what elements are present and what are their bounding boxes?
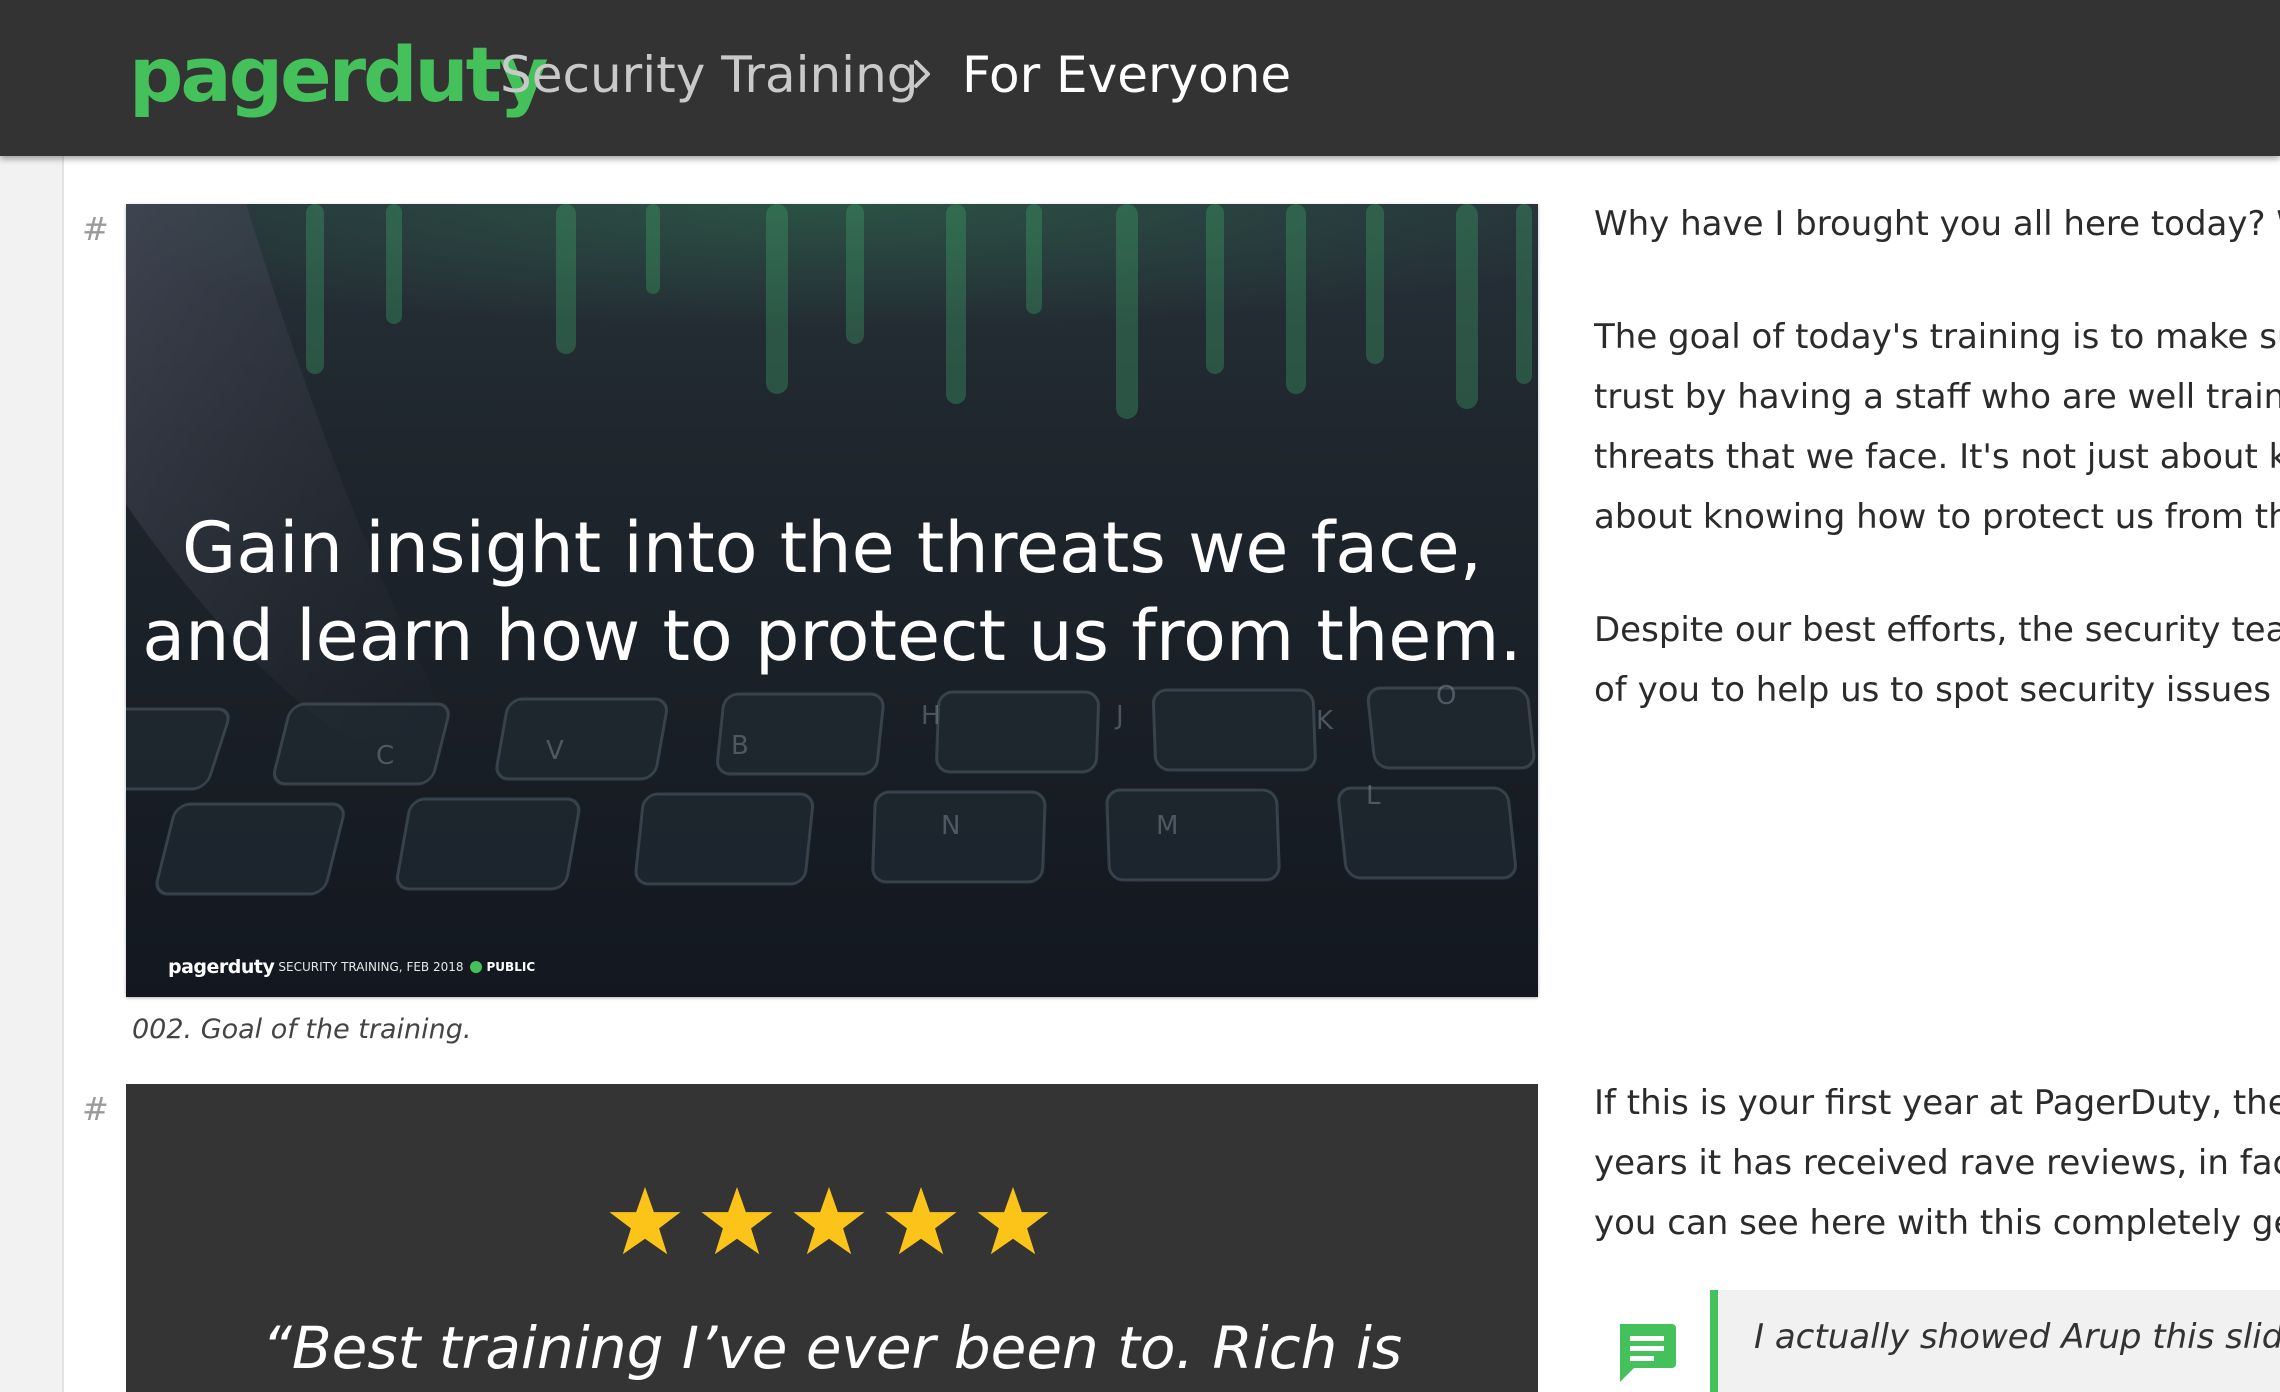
slide-goal-image[interactable]: C V B H J K O N M L Gain insight into th… [126, 204, 1538, 997]
slide-footer-classification: PUBLIC [486, 960, 536, 974]
notes-paragraph: Despite our best efforts, the security t… [1594, 600, 2280, 720]
breadcrumb-current-page: For Everyone [962, 46, 1292, 104]
comment-blockquote: I actually showed Arup this slide [1710, 1290, 2280, 1392]
notes-line: trust by having a staff who are well tra… [1594, 377, 2280, 417]
public-status-dot-icon [469, 961, 482, 973]
star-icon [977, 1186, 1049, 1255]
star-icon [885, 1186, 957, 1255]
notes-line: about knowing how to protect us from tho [1594, 497, 2280, 537]
slide-notes: If this is your first year at PagerDuty,… [1594, 1073, 2280, 1306]
notes-paragraph: The goal of today's training is to make … [1594, 307, 2280, 547]
slide-footer-logo: pagerduty [168, 956, 275, 978]
five-star-rating [608, 1184, 1050, 1258]
comment-text: I actually showed Arup this slide [1754, 1317, 2280, 1357]
slide-heading: Gain insight into the threats we face, a… [126, 504, 1538, 680]
review-quote: “Best training I’ve ever been to. Rich i… [261, 1314, 1403, 1382]
slide-reviews-image[interactable]: “Best training I’ve ever been to. Rich i… [126, 1084, 1538, 1392]
notes-line: of you to help us to spot security issue… [1594, 670, 2280, 710]
notes-line: If this is your first year at PagerDuty,… [1594, 1083, 2280, 1123]
notes-line: years it has received rave reviews, in f… [1594, 1143, 2280, 1183]
pagerduty-logo[interactable]: pagerduty [129, 20, 548, 130]
star-icon [793, 1186, 865, 1255]
notes-line: Why have I brought you all here today? W… [1594, 204, 2280, 244]
top-bar: pagerduty Security Training For Everyone [0, 0, 2280, 156]
svg-text:C: C [376, 741, 394, 771]
slide-caption: 002. Goal of the training. [132, 1014, 472, 1045]
slide-footer-meta: SECURITY TRAINING, FEB 2018 [278, 960, 464, 974]
svg-text:H: H [921, 701, 941, 731]
slide-heading-line: and learn how to protect us from them. [142, 595, 1522, 677]
svg-text:L: L [1366, 781, 1381, 811]
comment-icon [1620, 1324, 1676, 1382]
notes-paragraph: If this is your first year at PagerDuty,… [1594, 1073, 2280, 1253]
svg-text:V: V [546, 736, 564, 766]
chevron-right-icon [914, 60, 930, 88]
left-gutter [0, 156, 64, 1392]
svg-text:J: J [1114, 701, 1124, 731]
slide-anchor-link[interactable]: # [82, 1090, 109, 1128]
star-icon [701, 1186, 773, 1255]
notes-line: threats that we face. It's not just abou… [1594, 437, 2280, 477]
svg-text:M: M [1156, 811, 1178, 841]
notes-line: The goal of today's training is to make … [1594, 317, 2280, 357]
svg-text:B: B [731, 731, 749, 761]
slide-footer: pagerduty SECURITY TRAINING, FEB 2018 PU… [168, 952, 535, 982]
svg-text:K: K [1316, 706, 1334, 736]
slide-anchor-link[interactable]: # [82, 210, 109, 248]
svg-text:N: N [941, 811, 960, 841]
breadcrumb-security-training[interactable]: Security Training [500, 40, 919, 110]
notes-line: Despite our best efforts, the security t… [1594, 610, 2280, 650]
slide-heading-line: Gain insight into the threats we face, [182, 507, 1482, 589]
notes-line: you can see here with this completely ge… [1594, 1203, 2280, 1243]
notes-paragraph: Why have I brought you all here today? W… [1594, 194, 2280, 254]
svg-text:O: O [1436, 681, 1456, 711]
star-icon [609, 1186, 681, 1255]
slide-notes: Why have I brought you all here today? W… [1594, 194, 2280, 773]
